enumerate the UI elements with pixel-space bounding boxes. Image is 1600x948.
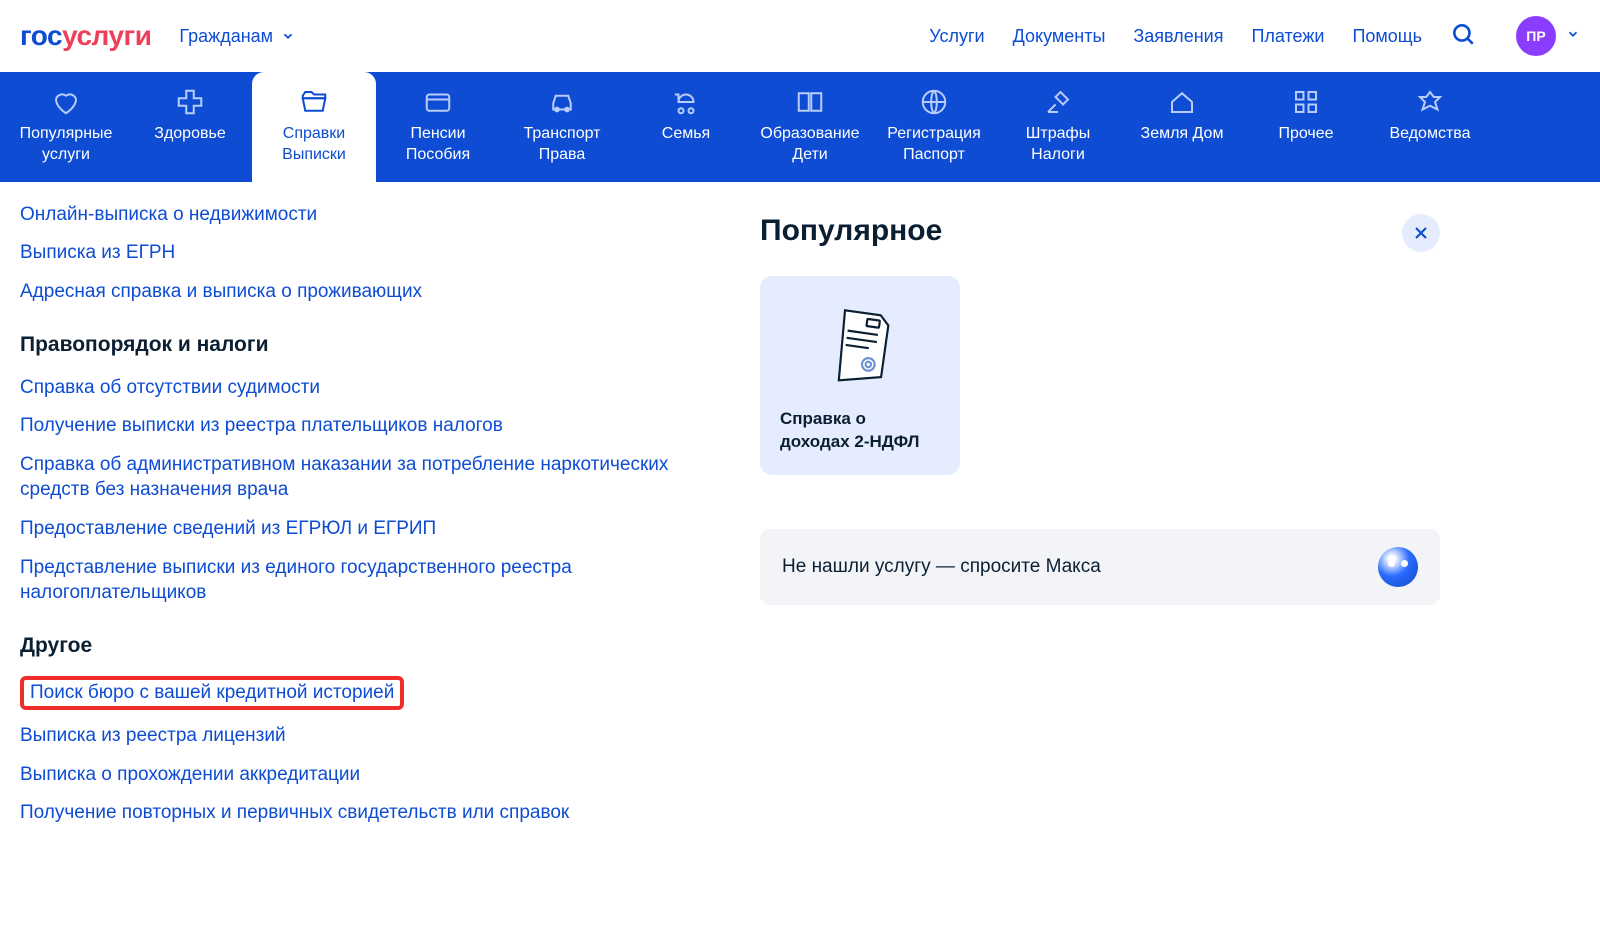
tab-label: Штрафы Налоги	[1000, 124, 1116, 166]
popular-card[interactable]: Справка о доходах 2-НДФЛ	[760, 276, 960, 476]
right-column: Популярное Справка о доходах 2-НДФЛ Не н…	[760, 202, 1440, 839]
ask-text: Не нашли услугу — спросите Макса	[782, 556, 1101, 578]
tab-label: Прочее	[1248, 124, 1364, 145]
tab-passport[interactable]: Регистрация Паспорт	[872, 72, 996, 182]
tab-health[interactable]: Здоровье	[128, 72, 252, 182]
service-link[interactable]: Получение повторных и первичных свидетел…	[20, 800, 720, 826]
card-title: Справка о доходах 2-НДФЛ	[780, 408, 940, 454]
chevron-down-icon	[1566, 27, 1580, 41]
document-icon	[780, 296, 940, 396]
wallet-icon	[423, 87, 453, 117]
globe-icon	[919, 87, 949, 117]
logo[interactable]: госуслуги	[20, 20, 151, 52]
tab-label: Здоровье	[132, 124, 248, 145]
category-tabs: Популярные услуги Здоровье Справки Выпис…	[0, 72, 1600, 182]
heart-icon	[51, 87, 81, 117]
tab-agencies[interactable]: Ведомства	[1368, 72, 1492, 182]
close-button[interactable]	[1402, 214, 1440, 252]
tab-transport[interactable]: Транспорт Права	[500, 72, 624, 182]
bot-icon	[1378, 547, 1418, 587]
search-icon	[1450, 21, 1476, 47]
nav-services[interactable]: Услуги	[929, 26, 984, 47]
house-icon	[1167, 87, 1197, 117]
stroller-icon	[671, 87, 701, 117]
main-content: Онлайн-выписка о недвижимости Выписка из…	[0, 182, 1600, 859]
tab-label: Семья	[628, 124, 744, 145]
folder-icon	[299, 87, 329, 117]
service-link-highlighted[interactable]: Поиск бюро с вашей кредитной историей	[20, 676, 404, 710]
tab-label: Образование Дети	[752, 124, 868, 166]
gavel-icon	[1043, 87, 1073, 117]
grid-icon	[1291, 87, 1321, 117]
nav-help[interactable]: Помощь	[1352, 26, 1422, 47]
service-link[interactable]: Предоставление сведений из ЕГРЮЛ и ЕГРИП	[20, 516, 720, 542]
tab-label: Пенсии Пособия	[380, 124, 496, 166]
service-link[interactable]: Выписка из ЕГРН	[20, 240, 720, 266]
tab-label: Популярные услуги	[8, 124, 124, 166]
ask-max-bar[interactable]: Не нашли услугу — спросите Макса	[760, 529, 1440, 605]
header-nav: Услуги Документы Заявления Платежи Помощ…	[929, 26, 1422, 47]
tab-other[interactable]: Прочее	[1244, 72, 1368, 182]
close-icon	[1411, 223, 1431, 243]
tab-label: Справки Выписки	[256, 124, 372, 166]
tab-certificates[interactable]: Справки Выписки	[252, 72, 376, 182]
chevron-down-icon	[281, 29, 295, 43]
service-link[interactable]: Представление выписки из единого государ…	[20, 555, 720, 606]
service-link[interactable]: Справка об административном наказании за…	[20, 452, 720, 503]
service-link[interactable]: Выписка из реестра лицензий	[20, 723, 720, 749]
service-link[interactable]: Онлайн-выписка о недвижимости	[20, 202, 720, 228]
eagle-icon	[1415, 87, 1445, 117]
user-avatar[interactable]: ПР	[1516, 16, 1556, 56]
section-title-other: Другое	[20, 634, 720, 658]
nav-documents[interactable]: Документы	[1013, 26, 1106, 47]
car-icon	[547, 87, 577, 117]
tab-label: Ведомства	[1372, 124, 1488, 145]
plus-icon	[175, 87, 205, 117]
page-header: госуслуги Гражданам Услуги Документы Зая…	[0, 0, 1600, 72]
tab-label: Транспорт Права	[504, 124, 620, 166]
user-menu-toggle[interactable]	[1566, 27, 1580, 46]
book-icon	[795, 87, 825, 117]
nav-requests[interactable]: Заявления	[1133, 26, 1223, 47]
tab-popular[interactable]: Популярные услуги	[4, 72, 128, 182]
other-link-list: Выписка из реестра лицензий Выписка о пр…	[20, 723, 720, 826]
section-title-law: Правопорядок и налоги	[20, 333, 720, 357]
tab-education[interactable]: Образование Дети	[748, 72, 872, 182]
tab-pensions[interactable]: Пенсии Пособия	[376, 72, 500, 182]
left-column: Онлайн-выписка о недвижимости Выписка из…	[20, 202, 720, 839]
audience-label: Гражданам	[179, 26, 273, 47]
search-button[interactable]	[1450, 21, 1476, 52]
nav-payments[interactable]: Платежи	[1251, 26, 1324, 47]
law-link-list: Справка об отсутствии судимости Получени…	[20, 375, 720, 606]
popular-heading: Популярное	[760, 214, 1440, 248]
tab-label: Земля Дом	[1124, 124, 1240, 145]
service-link[interactable]: Выписка о прохождении аккредитации	[20, 762, 720, 788]
tab-label: Регистрация Паспорт	[876, 124, 992, 166]
top-link-list: Онлайн-выписка о недвижимости Выписка из…	[20, 202, 720, 305]
tab-fines[interactable]: Штрафы Налоги	[996, 72, 1120, 182]
service-link[interactable]: Адресная справка и выписка о проживающих	[20, 279, 720, 305]
service-link[interactable]: Справка об отсутствии судимости	[20, 375, 720, 401]
service-link[interactable]: Получение выписки из реестра плательщико…	[20, 413, 720, 439]
tab-land[interactable]: Земля Дом	[1120, 72, 1244, 182]
tab-family[interactable]: Семья	[624, 72, 748, 182]
audience-selector[interactable]: Гражданам	[179, 26, 295, 47]
